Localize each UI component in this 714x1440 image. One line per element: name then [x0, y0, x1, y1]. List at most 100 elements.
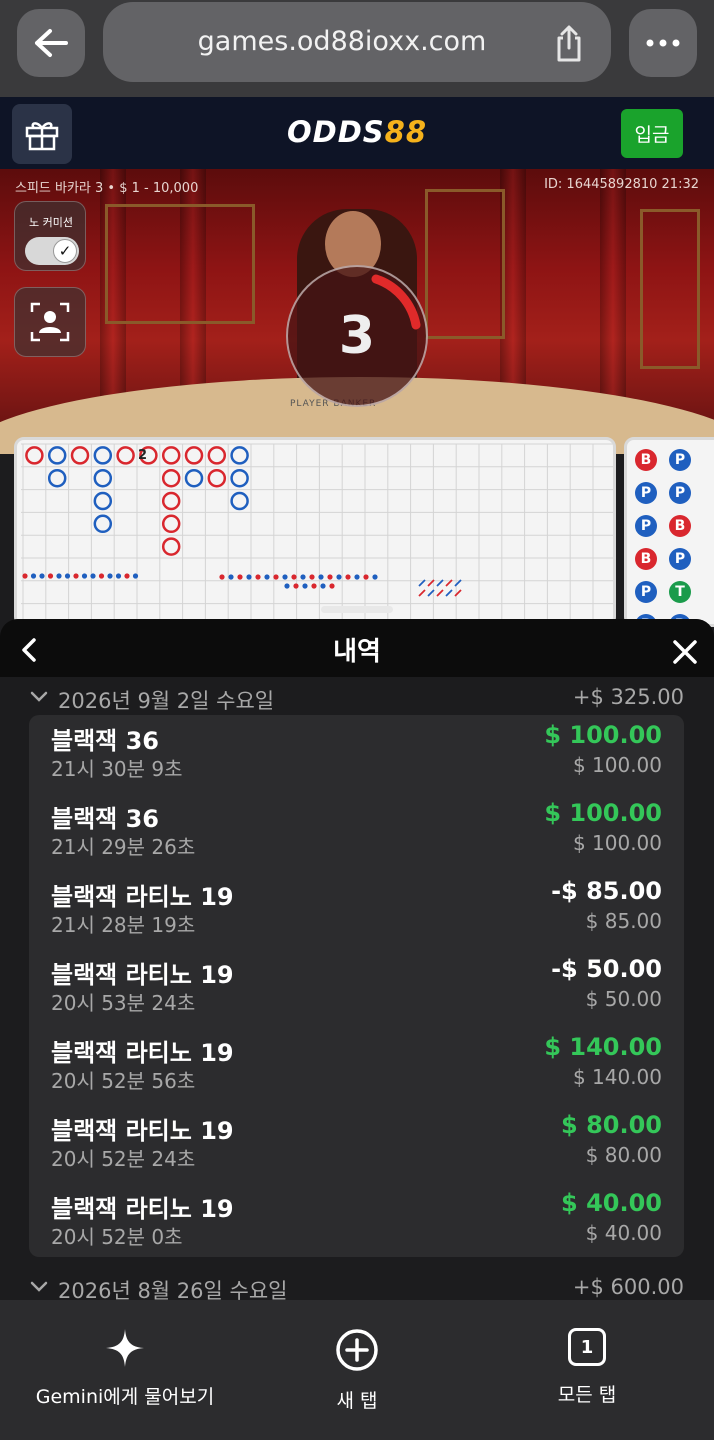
bead-road-mark: B	[635, 548, 657, 570]
big-road-mark	[230, 446, 249, 465]
browser-bottom-bar: Gemini에게 물어보기 새 탭 1 모든 탭	[0, 1300, 714, 1440]
big-road-mark	[93, 446, 113, 465]
deposit-button[interactable]: 입금	[621, 109, 683, 158]
new-tab-label: 새 탭	[336, 1390, 378, 1412]
big-road-mark	[116, 446, 135, 465]
big-road-mark	[161, 537, 181, 556]
ask-gemini-button[interactable]: Gemini에게 물어보기	[30, 1328, 220, 1418]
game-name: 블랙잭 라티노 19	[51, 961, 234, 989]
player-view-button[interactable]	[14, 287, 86, 357]
no-commission-toggle[interactable]: 노 커미션 ✓	[14, 201, 86, 271]
tx-bet: $ 100.00	[572, 831, 662, 855]
game-name: 블랙잭 36	[51, 805, 159, 833]
game-name: 블랙잭 라티노 19	[51, 1039, 234, 1067]
game-name: 블랙잭 라티노 19	[51, 883, 234, 911]
bead-road-mark: B	[669, 515, 691, 537]
all-tabs-label: 모든 탭	[557, 1384, 617, 1406]
more-menu-button[interactable]	[629, 9, 697, 77]
close-icon	[673, 640, 697, 664]
derived-road-mark	[90, 573, 96, 579]
back-button[interactable]	[17, 9, 85, 77]
derived-road-mark	[327, 574, 333, 580]
tx-bet: $ 50.00	[585, 987, 662, 1011]
tx-result: $ 40.00	[561, 1189, 662, 1217]
cockroach-road-mark	[436, 589, 444, 597]
derived-road-mark	[284, 583, 290, 589]
derived-road-mark	[56, 573, 62, 579]
derived-road-mark	[107, 573, 113, 579]
bead-road[interactable]: BPPPPBBPPTPP	[624, 437, 714, 627]
share-icon[interactable]	[551, 24, 587, 64]
sheet-header: 내역	[0, 619, 714, 677]
tx-bet: $ 40.00	[585, 1221, 662, 1245]
derived-road-mark	[282, 574, 288, 580]
list-item[interactable]: 블랙잭 36 21시 30분 9초 $ 100.00 $ 100.00	[29, 715, 684, 793]
new-tab-button[interactable]: 새 탭	[307, 1328, 407, 1418]
site-logo: ODDS88	[286, 115, 428, 149]
list-item[interactable]: 블랙잭 라티노 19 20시 53분 24초 -$ 50.00 $ 50.00	[29, 949, 684, 1027]
derived-road-mark	[336, 574, 342, 580]
date-total: +$ 600.00	[572, 1275, 684, 1299]
big-road-mark	[184, 468, 204, 488]
derived-road-mark	[47, 573, 54, 579]
list-item[interactable]: 블랙잭 라티노 19 20시 52분 56초 $ 140.00 $ 140.00	[29, 1027, 684, 1105]
derived-road-mark	[363, 574, 369, 580]
date-label: 2026년 9월 2일 수요일	[58, 689, 275, 713]
derived-road-mark	[124, 573, 130, 579]
derived-road-mark	[237, 574, 243, 580]
tx-time: 20시 52분 56초	[51, 1069, 196, 1093]
derived-road-mark	[291, 574, 297, 580]
transaction-list: 블랙잭 36 21시 30분 9초 $ 100.00 $ 100.00 블랙잭 …	[29, 715, 684, 1257]
derived-road-mark	[311, 583, 317, 589]
list-item[interactable]: 블랙잭 라티노 19 20시 52분 24초 $ 80.00 $ 80.00	[29, 1105, 684, 1183]
tx-result: -$ 85.00	[551, 877, 662, 905]
big-road-mark	[93, 468, 113, 488]
timer-progress-arc	[371, 274, 421, 330]
list-item[interactable]: 블랙잭 36 21시 29분 26초 $ 100.00 $ 100.00	[29, 793, 684, 871]
big-road-mark	[93, 491, 113, 511]
tx-bet: $ 80.00	[585, 1143, 662, 1167]
all-tabs-button[interactable]: 1 모든 탭	[537, 1328, 637, 1418]
sheet-close-button[interactable]	[668, 635, 702, 669]
tx-bet: $ 140.00	[572, 1065, 662, 1089]
address-bar[interactable]: games.od88ioxx.com	[103, 2, 611, 82]
derived-road-mark	[115, 573, 122, 579]
road-inline-number: 2	[138, 448, 148, 463]
tx-time: 21시 30분 9초	[51, 757, 183, 781]
big-road-mark	[230, 491, 249, 511]
derived-road-mark	[228, 574, 234, 580]
derived-road-mark	[273, 574, 279, 580]
big-road-mark	[70, 446, 90, 465]
big-road-mark	[161, 468, 181, 488]
derived-road-mark	[64, 573, 71, 579]
big-road-mark	[207, 446, 227, 465]
list-item[interactable]: 블랙잭 라티노 19 21시 28분 19초 -$ 85.00 $ 85.00	[29, 871, 684, 949]
tx-time: 21시 29분 26초	[51, 835, 196, 859]
derived-road-mark	[372, 574, 378, 580]
bead-road-mark: P	[635, 581, 657, 603]
date-total: +$ 325.00	[572, 685, 684, 709]
bead-road-mark: P	[635, 515, 657, 537]
derived-road-mark	[318, 574, 324, 580]
derived-road-mark	[98, 573, 105, 579]
list-item[interactable]: 블랙잭 라티노 19 20시 52분 0초 $ 40.00 $ 40.00	[29, 1183, 684, 1261]
tx-result: -$ 50.00	[551, 955, 662, 983]
big-road-mark	[47, 468, 67, 488]
bead-road-mark: P	[635, 482, 657, 504]
cockroach-road-mark	[445, 589, 453, 597]
sheet-drag-handle[interactable]	[321, 606, 393, 613]
derived-road-mark	[320, 583, 326, 589]
history-sheet: 내역 2026년 9월 2일 수요일 +$ 325.00 블랙잭 36 21시 …	[0, 619, 714, 1303]
tx-bet: $ 85.00	[585, 909, 662, 933]
derived-road-mark	[329, 583, 335, 589]
derived-road-mark	[73, 573, 79, 579]
big-road-mark	[93, 514, 113, 534]
big-road-mark	[25, 446, 44, 465]
no-commission-label: 노 커미션	[29, 216, 73, 229]
toggle-switch[interactable]: ✓	[25, 237, 79, 265]
game-name: 블랙잭 라티노 19	[51, 1117, 234, 1145]
derived-road-mark	[255, 574, 261, 580]
round-id: ID: 16445892810 21:32	[544, 177, 699, 192]
ask-gemini-label: Gemini에게 물어보기	[35, 1386, 215, 1408]
road-scoreboard[interactable]: 2	[14, 437, 616, 627]
